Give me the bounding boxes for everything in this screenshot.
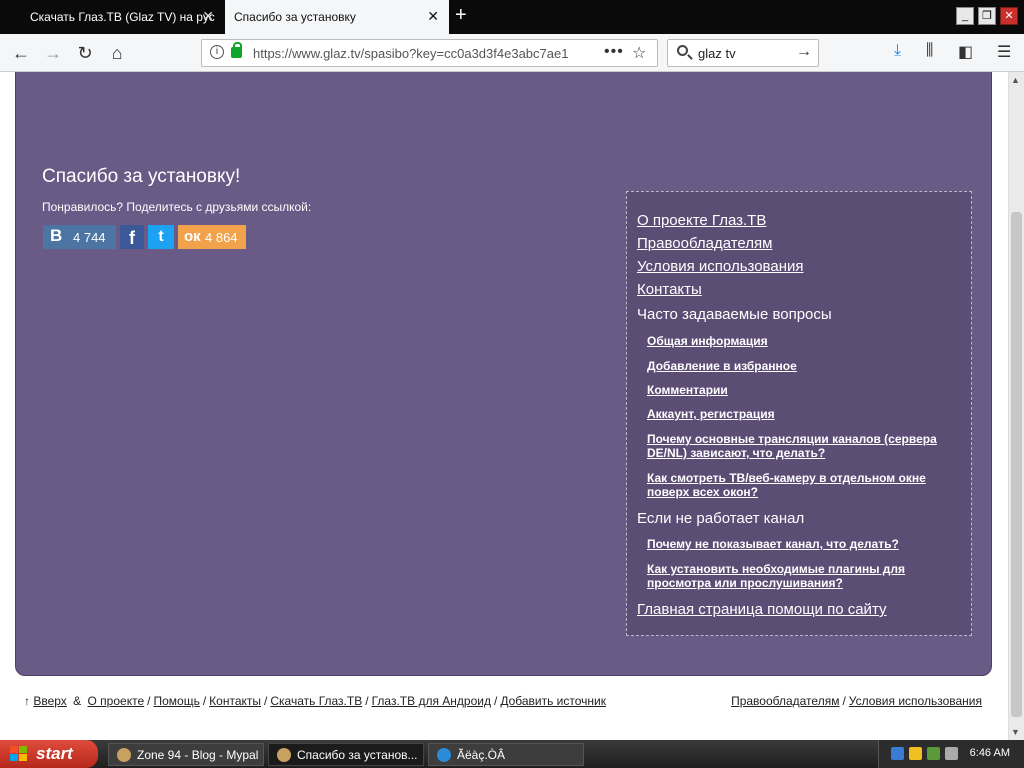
link-about[interactable]: О проекте Глаз.ТВ xyxy=(637,212,766,229)
navigation-bar: ← → ↻ ⌂ i https://www.glaz.tv/spasibo?ke… xyxy=(0,34,1024,72)
tab-thanks[interactable]: Спасибо за установку ✕ xyxy=(225,0,449,34)
vk-share-count: 4 744 xyxy=(73,230,106,245)
search-go-icon[interactable]: → xyxy=(796,43,812,61)
up-arrow-icon: ↑ xyxy=(24,694,30,708)
tab-bar: Скачать Глаз.ТВ (Glaz TV) на рус ✕ Спаси… xyxy=(0,0,1024,34)
tab-title: Спасибо за установку xyxy=(234,10,356,24)
share-prompt: Понравилось? Поделитесь с друзьями ссылк… xyxy=(42,200,312,214)
windows-flag-icon xyxy=(10,746,28,762)
faq-heading: Часто задаваемые вопросы xyxy=(637,306,832,323)
taskbar-item-label: Спасибо за установ... xyxy=(297,748,418,762)
faq-link-favorites[interactable]: Добавление в избранное xyxy=(647,359,947,373)
close-window-button[interactable]: ✕ xyxy=(1000,7,1018,25)
faq-link-separate-window[interactable]: Как смотреть ТВ/веб-камеру в отдельном о… xyxy=(647,471,947,499)
library-icon[interactable]: ⫼ xyxy=(926,42,933,60)
footer-link-about[interactable]: О проекте xyxy=(88,694,145,708)
odnoklassniki-icon: ок xyxy=(184,228,201,245)
link-help-main[interactable]: Главная страница помощи по сайту xyxy=(637,601,886,618)
ie-icon xyxy=(437,748,451,762)
page-footer: ↑ Вверх & О проекте / Помощь / Контакты / Скач… xyxy=(0,688,1008,740)
search-input[interactable]: glaz tv → xyxy=(667,39,819,67)
sidebar-icon[interactable]: ◧ xyxy=(958,42,973,62)
url-text[interactable]: https://www.glaz.tv/spasibo?key=cc0a3d3f… xyxy=(253,46,593,61)
link-contacts[interactable]: Контакты xyxy=(637,281,702,298)
info-icon[interactable]: i xyxy=(210,45,224,59)
content-panel: Спасибо за установку! Понравилось? Подел… xyxy=(15,72,992,676)
channel-link-plugins[interactable]: Как установить необходимые плагины для п… xyxy=(647,562,947,590)
taskbar-item-thanks[interactable]: Спасибо за установ... xyxy=(268,743,424,766)
volume-icon[interactable] xyxy=(945,747,958,760)
search-query[interactable]: glaz tv xyxy=(698,46,736,61)
footer-link-contacts[interactable]: Контакты xyxy=(209,694,261,708)
new-tab-button[interactable]: + xyxy=(455,4,467,27)
network-icon[interactable] xyxy=(891,747,904,760)
help-menu: О проекте Глаз.ТВ Правообладателям Услов… xyxy=(626,191,972,636)
mypal-icon xyxy=(277,748,291,762)
page-actions-icon[interactable]: ••• xyxy=(604,43,624,61)
footer-link-up[interactable]: Вверх xyxy=(33,694,66,708)
taskbar: start Zone 94 - Blog - Mypal Спасибо за … xyxy=(0,740,1024,768)
forward-button[interactable]: → xyxy=(42,42,64,64)
reload-button[interactable]: ↻ xyxy=(74,42,96,64)
taskbar-item-label: Ãëàç.ÒÂ xyxy=(457,748,506,762)
footer-link-android[interactable]: Глаз.ТВ для Андроид xyxy=(372,694,491,708)
footer-left-links: ↑ Вверх & О проекте / Помощь / Контакты / Скач… xyxy=(24,694,606,708)
back-button[interactable]: ← xyxy=(10,42,32,64)
faq-link-streams-freeze[interactable]: Почему основные трансляции каналов (серв… xyxy=(647,432,947,460)
menu-icon[interactable]: ☰ xyxy=(997,42,1011,62)
close-icon[interactable]: ✕ xyxy=(202,8,214,25)
vk-icon: В xyxy=(50,226,63,245)
restore-button[interactable]: ❐ xyxy=(978,7,996,25)
scroll-up-icon[interactable]: ▲ xyxy=(1011,75,1020,85)
tab-glaz-download[interactable]: Скачать Глаз.ТВ (Glaz TV) на рус ✕ xyxy=(0,0,224,34)
twitter-icon: t xyxy=(158,228,164,245)
url-bar[interactable]: i https://www.glaz.tv/spasibo?key=cc0a3d… xyxy=(201,39,658,67)
footer-link-help[interactable]: Помощь xyxy=(153,694,199,708)
footer-link-terms[interactable]: Условия использования xyxy=(849,694,982,708)
facebook-icon: f xyxy=(129,228,135,248)
twitter-share-button[interactable]: t xyxy=(148,225,174,249)
channel-heading: Если не работает канал xyxy=(637,510,805,527)
footer-link-download[interactable]: Скачать Глаз.ТВ xyxy=(270,694,362,708)
tab-title: Скачать Глаз.ТВ (Glaz TV) на рус xyxy=(30,10,215,24)
antivirus-icon[interactable] xyxy=(927,747,940,760)
page-viewport: Спасибо за установку! Понравилось? Подел… xyxy=(0,72,1008,740)
footer-right-links: Правообладателям / Условия использования xyxy=(731,694,982,708)
minimize-button[interactable]: _ xyxy=(956,7,974,25)
link-copyright-holders[interactable]: Правообладателям xyxy=(637,235,772,252)
vk-share-button[interactable]: В 4 744 xyxy=(43,225,116,249)
download-icon[interactable]: ⤓ xyxy=(894,42,901,60)
start-label: start xyxy=(36,744,73,763)
mypal-icon xyxy=(117,748,131,762)
footer-link-copyright-holders[interactable]: Правообладателям xyxy=(731,694,839,708)
odnoklassniki-share-button[interactable]: ок 4 864 xyxy=(178,225,246,249)
taskbar-item-ie[interactable]: Ãëàç.ÒÂ xyxy=(428,743,584,766)
taskbar-item-label: Zone 94 - Blog - Mypal xyxy=(137,748,259,762)
faq-link-account[interactable]: Аккаунт, регистрация xyxy=(647,407,947,421)
start-button[interactable]: start xyxy=(0,740,98,768)
bookmark-star-icon[interactable]: ☆ xyxy=(632,43,646,63)
system-tray: 6:46 AM xyxy=(878,740,1024,768)
lock-icon[interactable] xyxy=(231,42,242,58)
scroll-down-icon[interactable]: ▼ xyxy=(1011,727,1020,737)
close-icon[interactable]: ✕ xyxy=(427,8,439,25)
faq-link-general[interactable]: Общая информация xyxy=(647,334,947,348)
faq-link-comments[interactable]: Комментарии xyxy=(647,383,947,397)
clock[interactable]: 6:46 AM xyxy=(970,747,1010,759)
page-title: Спасибо за установку! xyxy=(42,166,241,187)
vertical-scrollbar[interactable]: ▲ ▼ xyxy=(1008,72,1024,740)
taskbar-item-mypal[interactable]: Zone 94 - Blog - Mypal xyxy=(108,743,264,766)
security-shield-icon[interactable] xyxy=(909,747,922,760)
home-button[interactable]: ⌂ xyxy=(106,42,128,64)
footer-amp: & xyxy=(73,694,82,708)
ok-share-count: 4 864 xyxy=(205,230,238,245)
facebook-share-button[interactable]: f xyxy=(120,225,144,249)
footer-link-add-source[interactable]: Добавить источник xyxy=(500,694,606,708)
link-terms[interactable]: Условия использования xyxy=(637,258,804,275)
search-icon xyxy=(677,45,688,56)
scrollbar-thumb[interactable] xyxy=(1011,212,1022,717)
channel-link-not-showing[interactable]: Почему не показывает канал, что делать? xyxy=(647,537,947,551)
